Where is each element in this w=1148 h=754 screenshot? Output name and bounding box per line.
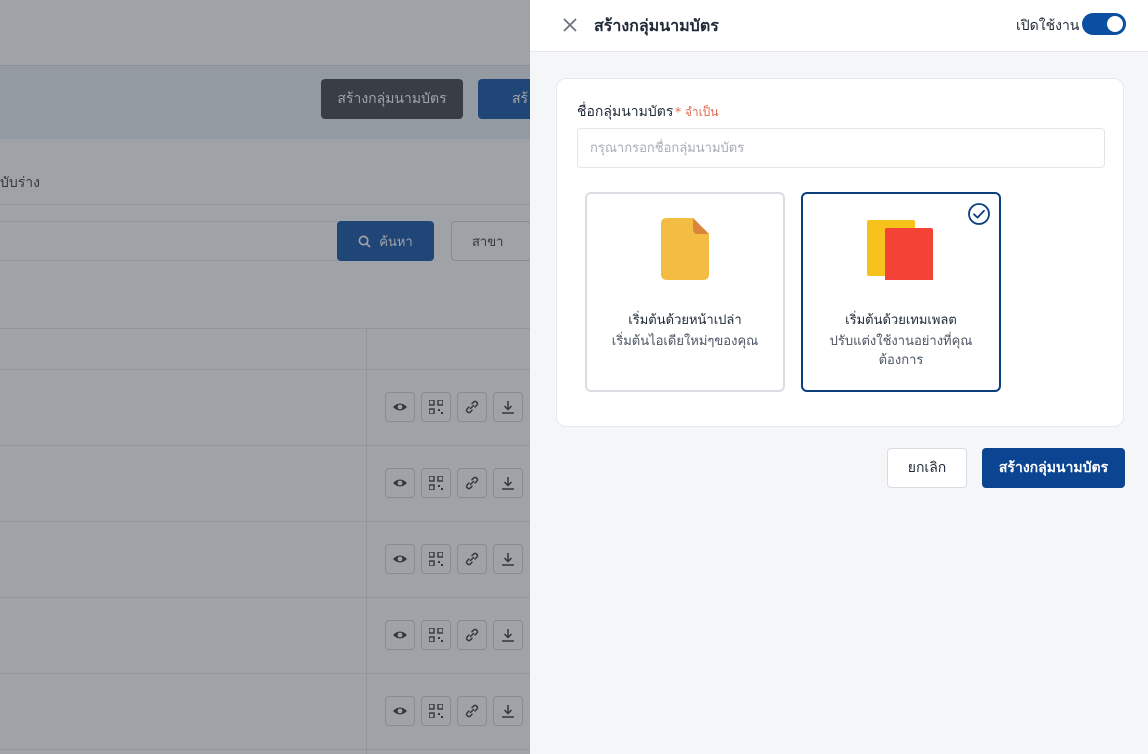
close-button[interactable] — [558, 13, 582, 37]
option-blank-page[interactable]: เริ่มต้นด้วยหน้าเปล่า เริ่มต้นไอเดียใหม่… — [585, 192, 785, 392]
option-blank-title: เริ่มต้นด้วยหน้าเปล่า — [628, 313, 742, 328]
form-card: ชื่อกลุ่มนามบัตร * จำเป็น เริ่มต้นด้วยหน… — [556, 78, 1124, 427]
blank-file-icon — [587, 218, 783, 294]
close-icon — [563, 18, 577, 32]
toggle-knob — [1107, 16, 1123, 32]
drawer-body: ชื่อกลุ่มนามบัตร * จำเป็น เริ่มต้นด้วยหน… — [540, 62, 1140, 754]
cancel-button[interactable]: ยกเลิก — [887, 448, 967, 488]
drawer-header: สร้างกลุ่มนามบัตร เปิดใช้งาน — [530, 0, 1148, 52]
option-template-subtitle: ปรับแต่งใช้งานอย่างที่คุณต้องการ — [829, 334, 973, 368]
option-blank-subtitle: เริ่มต้นไอเดียใหม่ๆของคุณ — [611, 334, 759, 349]
group-name-input[interactable] — [577, 128, 1105, 168]
option-template[interactable]: เริ่มต้นด้วยเทมเพลต ปรับแต่งใช้งานอย่างท… — [801, 192, 1001, 392]
active-toggle-label: เปิดใช้งาน — [1016, 18, 1080, 34]
option-template-title: เริ่มต้นด้วยเทมเพลต — [845, 313, 957, 328]
active-toggle[interactable] — [1082, 13, 1126, 35]
drawer-title: สร้างกลุ่มนามบัตร — [594, 16, 719, 35]
create-group-button[interactable]: สร้างกลุ่มนามบัตร — [982, 448, 1125, 488]
required-indicator: * จำเป็น — [675, 105, 719, 119]
template-cards-icon — [803, 218, 999, 294]
create-group-drawer: สร้างกลุ่มนามบัตร เปิดใช้งาน ชื่อกลุ่มนา… — [530, 0, 1148, 754]
group-name-label: ชื่อกลุ่มนามบัตร — [577, 104, 674, 120]
